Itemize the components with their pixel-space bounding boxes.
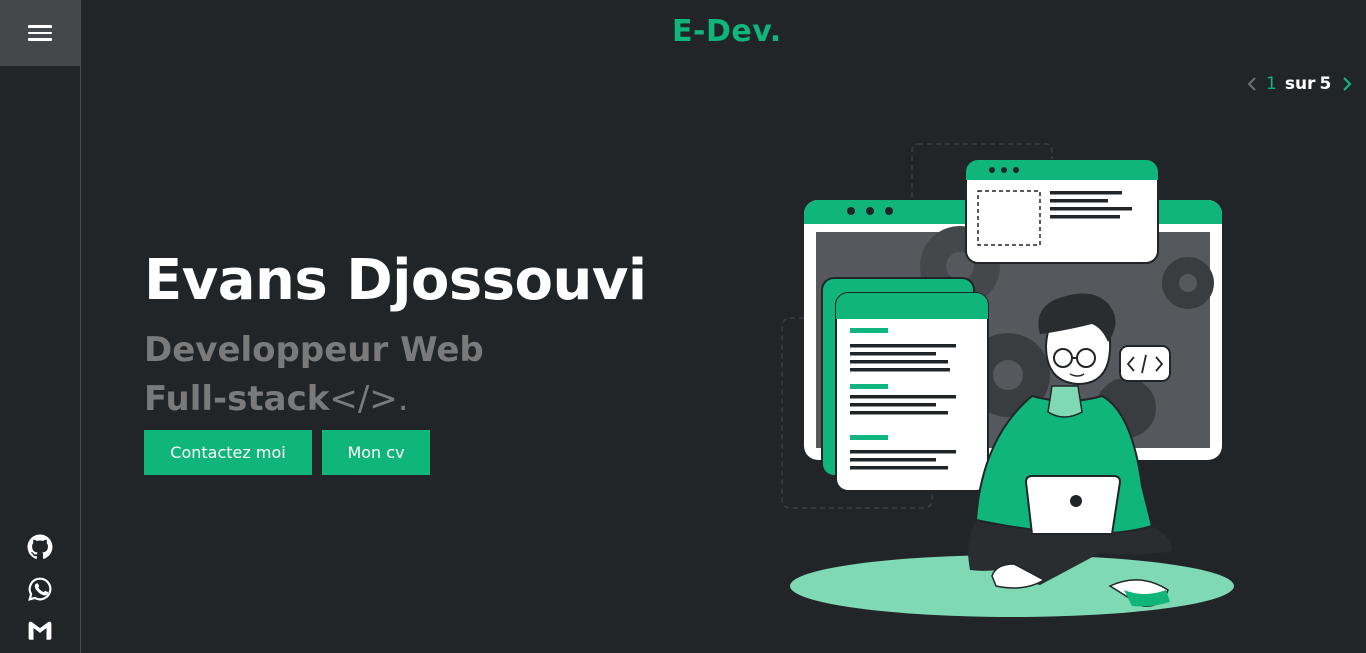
gmail-icon — [28, 621, 52, 640]
cv-button[interactable]: Mon cv — [322, 430, 430, 475]
whatsapp-icon — [28, 577, 52, 601]
role-code-symbol: </>. — [329, 379, 409, 419]
total-slides: 5 — [1319, 74, 1332, 94]
role-line-2-text: Full-stack — [144, 379, 330, 419]
role-line-1: Developpeur Web — [144, 330, 484, 370]
site-logo[interactable]: E-Dev. — [672, 14, 782, 49]
hamburger-icon — [28, 24, 52, 42]
github-icon — [27, 534, 53, 559]
contact-button[interactable]: Contactez moi — [144, 430, 312, 475]
menu-button[interactable] — [0, 0, 80, 66]
current-slide: 1 — [1266, 74, 1277, 94]
chevron-left-icon — [1247, 77, 1256, 91]
gmail-link[interactable] — [27, 618, 53, 644]
prev-slide-button[interactable] — [1244, 72, 1260, 96]
pager-separator: sur — [1284, 74, 1316, 94]
next-slide-button[interactable] — [1339, 72, 1355, 96]
hero-role: Developpeur Web Full-stack</>. — [144, 326, 484, 424]
github-link[interactable] — [27, 534, 53, 560]
chevron-right-icon — [1343, 77, 1352, 91]
developer-illustration — [781, 143, 1234, 617]
whatsapp-link[interactable] — [27, 576, 53, 602]
hero-name: Evans Djossouvi — [144, 248, 647, 313]
sidebar — [0, 0, 81, 653]
role-line-2: Full-stack</>. — [144, 375, 484, 424]
slide-pager: 1 sur 5 — [1244, 72, 1355, 96]
